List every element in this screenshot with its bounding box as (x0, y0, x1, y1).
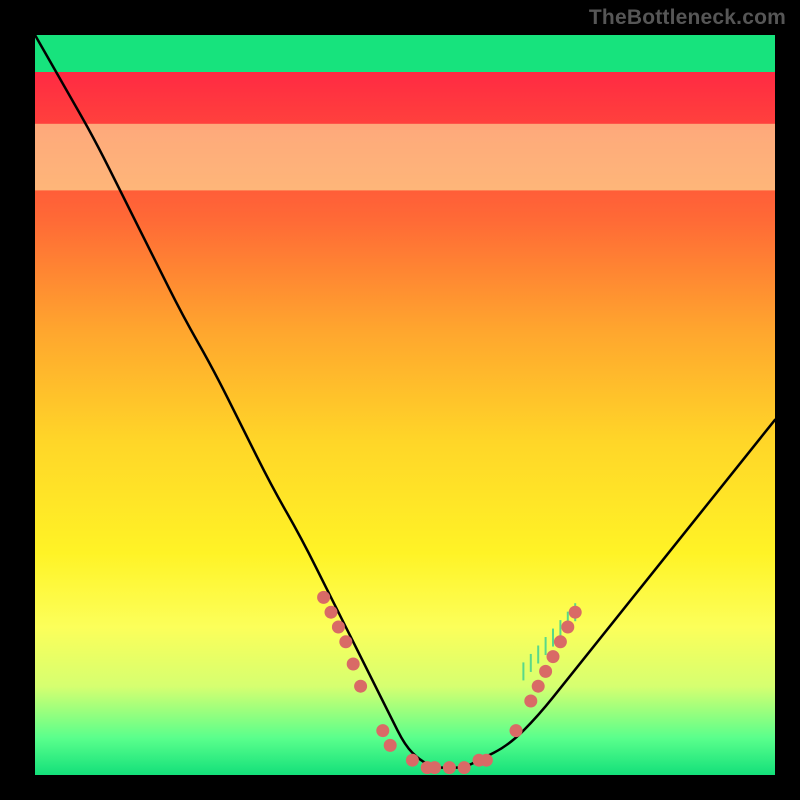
plot-area (35, 35, 775, 775)
chart-container: TheBottleneck.com (0, 0, 800, 800)
chart-overlay (35, 35, 775, 775)
yellow-highlight-band (35, 124, 775, 191)
watermark-text: TheBottleneck.com (589, 6, 786, 30)
green-highlight-band (35, 35, 775, 72)
highlighted-points (317, 591, 582, 774)
